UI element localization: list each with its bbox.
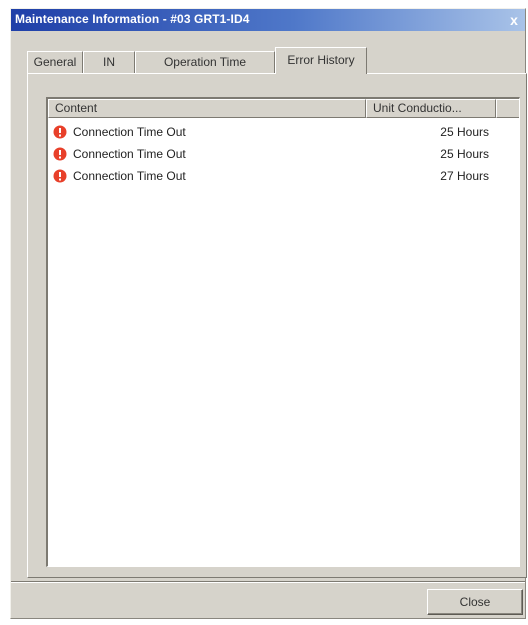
maintenance-information-dialog: Maintenance Information - #03 GRT1-ID4 x… [10, 8, 527, 619]
column-header-content[interactable]: Content [48, 99, 366, 118]
list-item[interactable]: Connection Time Out 25 Hours [48, 144, 519, 166]
error-icon [53, 147, 67, 161]
unit-conduction-time: 27 Hours [440, 169, 489, 183]
error-content: Connection Time Out [73, 125, 186, 139]
tab-error-history[interactable]: Error History [275, 47, 367, 74]
error-history-list[interactable]: Content Unit Conductio... Connection Tim… [46, 97, 520, 567]
column-header-filler [496, 99, 519, 118]
error-icon [53, 125, 67, 139]
close-icon[interactable]: x [505, 11, 523, 29]
close-button[interactable]: Close [427, 589, 523, 615]
unit-conduction-time: 25 Hours [440, 125, 489, 139]
footer-separator [11, 581, 525, 583]
list-item[interactable]: Connection Time Out 27 Hours [48, 166, 519, 188]
error-content: Connection Time Out [73, 147, 186, 161]
tab-operation-time[interactable]: Operation Time [135, 51, 275, 73]
column-header-unit-conduction[interactable]: Unit Conductio... [366, 99, 496, 118]
title-bar[interactable]: Maintenance Information - #03 GRT1-ID4 x [11, 9, 525, 31]
error-history-panel: Content Unit Conductio... Connection Tim… [27, 73, 527, 578]
list-header: Content Unit Conductio... [48, 99, 519, 118]
error-icon [53, 169, 67, 183]
window-title: Maintenance Information - #03 GRT1-ID4 [15, 12, 250, 26]
error-content: Connection Time Out [73, 169, 186, 183]
list-item[interactable]: Connection Time Out 25 Hours [48, 122, 519, 144]
tab-general[interactable]: General [27, 51, 83, 73]
unit-conduction-time: 25 Hours [440, 147, 489, 161]
tab-in[interactable]: IN [83, 51, 135, 73]
